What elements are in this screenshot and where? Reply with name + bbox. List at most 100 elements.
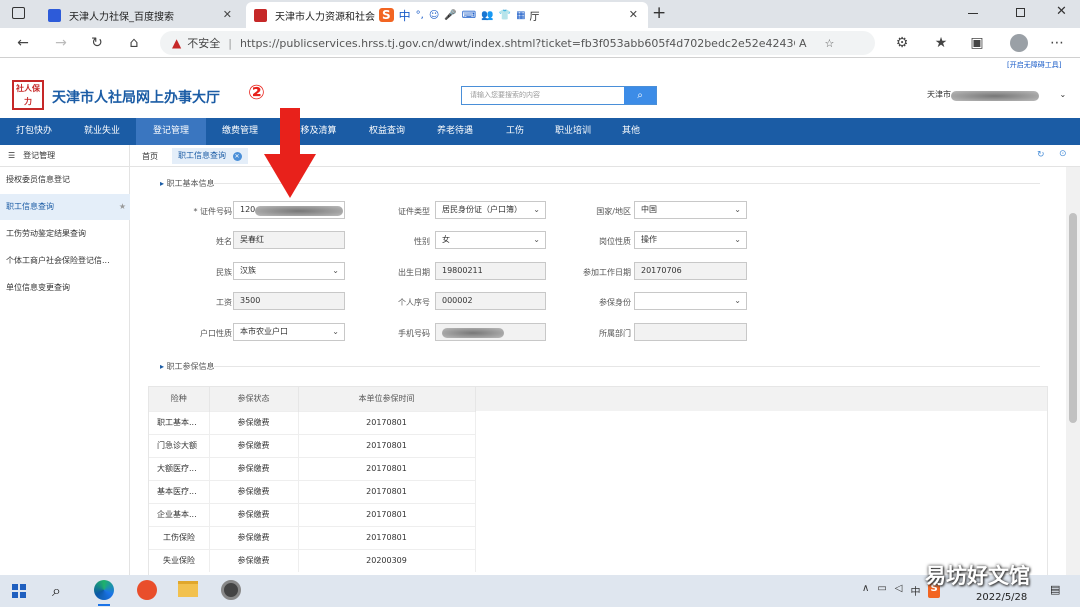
extensions-icon[interactable]: ⚙ <box>893 34 911 52</box>
table-row[interactable]: 企业基本... 参保缴费 20170801 <box>149 503 476 526</box>
dept-field[interactable] <box>634 323 747 341</box>
ime-emoji-icon[interactable]: ☺ <box>429 10 439 21</box>
ime-skin-icon[interactable]: 👕 <box>499 10 511 21</box>
notification-icon[interactable]: ▤ <box>1050 583 1060 596</box>
nav-item[interactable]: 权益查询 <box>354 118 420 145</box>
search-button[interactable]: ⌕ <box>624 87 656 104</box>
app-icon-dark[interactable] <box>221 580 241 600</box>
redacted-username <box>951 91 1039 101</box>
ime-keyboard-icon[interactable]: ⌨ <box>462 10 476 21</box>
work-date-field[interactable]: 20170706 <box>634 262 747 280</box>
post-select[interactable]: 操作 ⌄ <box>634 231 747 249</box>
nation-select[interactable]: 汉族 ⌄ <box>233 262 345 280</box>
favorites-icon[interactable]: ★ <box>932 34 950 52</box>
profile-avatar[interactable] <box>1010 34 1028 52</box>
minimize-icon[interactable] <box>968 13 978 14</box>
clock-date[interactable]: 2022/5/28 <box>976 592 1027 603</box>
chevron-down-icon: ⌄ <box>533 205 540 214</box>
sidebar-item[interactable]: 单位信息变更查询 <box>0 275 130 301</box>
nav-item-active[interactable]: 登记管理 <box>136 118 206 145</box>
search-input[interactable]: 请输入您要搜索的内容 <box>470 90 540 100</box>
favorite-add-icon[interactable]: ☆ <box>824 37 834 50</box>
tab-home[interactable]: 首页 <box>142 151 158 162</box>
ime-voice-icon[interactable]: 🎤 <box>444 10 456 21</box>
chevron-down-icon: ⌄ <box>734 235 741 244</box>
tab-current[interactable]: 职工信息查询 ✕ <box>172 148 248 164</box>
nav-item[interactable]: 工伤 <box>490 118 540 145</box>
phone-field[interactable] <box>435 323 546 341</box>
nav-item[interactable]: 其他 <box>606 118 656 145</box>
close-tab-icon[interactable]: ✕ <box>232 152 242 161</box>
windows-start-icon[interactable] <box>12 584 26 598</box>
browser-tab-hrss[interactable]: 天津市人力资源和社会 S 中 °, ☺ 🎤 ⌨ 👥 👕 ▦ 厅 ✕ <box>246 2 648 28</box>
file-explorer-icon[interactable] <box>178 581 198 597</box>
star-icon[interactable]: ★ <box>119 194 126 220</box>
ime-indicator[interactable]: 中 <box>910 583 920 598</box>
nav-item[interactable]: 职业培训 <box>540 118 606 145</box>
gender-select[interactable]: 女 ⌄ <box>435 231 546 249</box>
sidebar-item[interactable]: 授权委员信息登记 <box>0 167 130 193</box>
nav-item[interactable]: 就业失业 <box>68 118 136 145</box>
url-bar[interactable]: ▲ 不安全 | https://publicservices.hrss.tj.g… <box>160 31 875 55</box>
nav-item[interactable]: 养老待遇 <box>420 118 490 145</box>
table-row[interactable]: 基本医疗... 参保缴费 20170801 <box>149 480 476 503</box>
home-icon[interactable]: ⌂ <box>125 34 143 52</box>
back-icon[interactable]: ← <box>14 34 32 52</box>
browser-tab-strip: 天津人力社保_百度搜索 ✕ 天津市人力资源和社会 S 中 °, ☺ 🎤 ⌨ 👥 … <box>0 0 1080 28</box>
scrollbar[interactable] <box>1066 167 1080 575</box>
refresh-icon[interactable]: ↻ <box>1037 150 1045 160</box>
accessibility-link[interactable]: [开启无障碍工具] <box>1007 60 1061 70</box>
close-tab-icon[interactable]: ✕ <box>223 8 232 21</box>
ime-chinese-mode[interactable]: 中 <box>399 7 411 24</box>
more-menu-icon[interactable]: ⋯ <box>1048 34 1066 52</box>
table-row[interactable]: 门急诊大额 参保缴费 20170801 <box>149 434 476 457</box>
sidebar: ☰ 登记管理 授权委员信息登记 职工信息查询 ★ 工伤劳动鉴定结果查询 个体工商户… <box>0 145 130 575</box>
site-title: 天津市人社局网上办事大厅 <box>52 90 220 106</box>
network-icon[interactable]: ▭ <box>877 583 886 598</box>
phone-label: 手机号码 <box>398 329 430 338</box>
name-field[interactable]: 吴春红 <box>233 231 345 249</box>
edge-browser-icon[interactable] <box>94 580 114 600</box>
browser-tab-baidu[interactable]: 天津人力社保_百度搜索 ✕ <box>40 2 242 28</box>
window-close-icon[interactable]: ✕ <box>1056 4 1067 19</box>
hukou-select[interactable]: 本市农业户口 ⌄ <box>233 323 345 341</box>
ime-user-icon[interactable]: 👥 <box>481 10 493 21</box>
url-text[interactable]: https://publicservices.hrss.tj.gov.cn/dw… <box>240 37 795 50</box>
table-row[interactable]: 失业保险 参保缴费 20200309 <box>149 549 476 572</box>
sogou-ime-icon[interactable]: S <box>379 8 394 22</box>
read-aloud-icon[interactable]: A <box>799 37 807 50</box>
ime-menu-icon[interactable]: ▦ <box>516 10 525 21</box>
table-row[interactable]: 大额医疗... 参保缴费 20170801 <box>149 457 476 480</box>
id-number-field[interactable]: 120 <box>233 201 345 219</box>
table-row[interactable]: 职工基本... 参保缴费 20170801 <box>149 411 476 434</box>
sidebar-item[interactable]: 工伤劳动鉴定结果查询 <box>0 221 130 247</box>
user-menu[interactable]: 天津市 ⌄ <box>927 88 1066 101</box>
maximize-icon[interactable] <box>1016 8 1025 17</box>
collections-icon[interactable]: ▣ <box>968 34 986 52</box>
search-icon[interactable]: ⌕ <box>52 581 61 601</box>
country-select[interactable]: 中国 ⌄ <box>634 201 747 219</box>
wage-field[interactable]: 3500 <box>233 292 345 310</box>
nation-label: 民族 <box>216 268 232 277</box>
new-tab-button[interactable]: + <box>652 3 666 23</box>
sidebar-item-active[interactable]: 职工信息查询 ★ <box>0 194 130 220</box>
ime-toolbar: S 中 °, ☺ 🎤 ⌨ 👥 👕 ▦ <box>379 7 526 24</box>
volume-icon[interactable]: ◁ <box>895 583 903 598</box>
reload-icon[interactable]: ↻ <box>88 34 106 52</box>
birth-field[interactable]: 19800211 <box>435 262 546 280</box>
nav-item[interactable]: 打包快办 <box>0 118 68 145</box>
forward-icon[interactable]: → <box>52 34 70 52</box>
table-row[interactable]: 工伤保险 参保缴费 20170801 <box>149 526 476 549</box>
scrollbar-thumb[interactable] <box>1069 213 1077 423</box>
taskbar: ⌕ ∧ ▭ ◁ 中 S 2022/5/28 ▤ <box>0 575 1080 607</box>
more-icon[interactable]: ⊙ <box>1059 149 1067 159</box>
close-tab-icon[interactable]: ✕ <box>629 8 638 21</box>
app-icon-red[interactable] <box>137 580 157 600</box>
ime-punct[interactable]: °, <box>416 10 424 21</box>
person-no-field[interactable]: 000002 <box>435 292 546 310</box>
tab-actions-icon[interactable] <box>12 7 25 19</box>
id-type-select[interactable]: 居民身份证（户口簿） ⌄ <box>435 201 546 219</box>
sidebar-item[interactable]: 个体工商户社会保险登记信... <box>0 248 130 274</box>
chevron-up-icon[interactable]: ∧ <box>862 583 869 598</box>
insured-status-select[interactable]: ⌄ <box>634 292 747 310</box>
